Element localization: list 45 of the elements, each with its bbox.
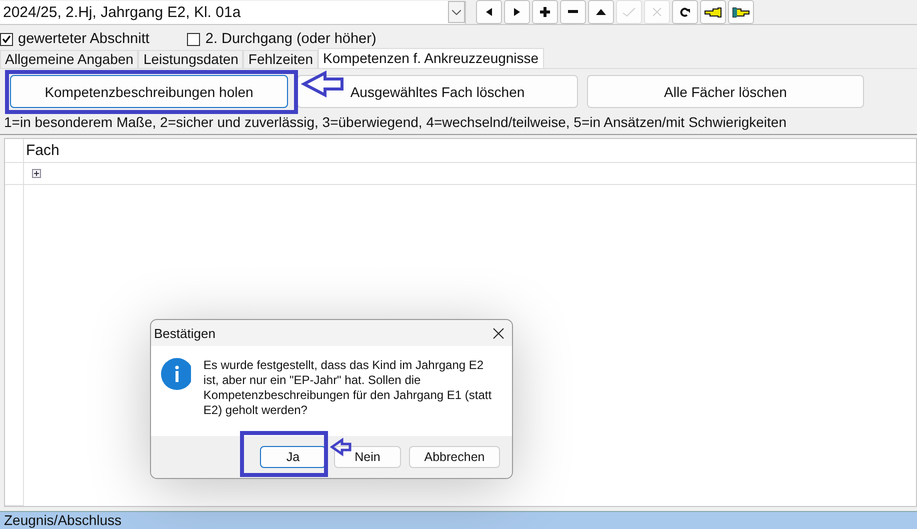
row-indicator [5,139,24,163]
right-triangle-icon [513,8,521,16]
annotation-arrow [300,70,344,98]
minus-icon [568,10,578,14]
refresh-icon [680,7,690,17]
cross-icon [652,7,662,17]
annotation-arrow [330,438,352,456]
tab[interactable]: Fehlzeiten [243,50,318,68]
toolbar-button[interactable] [728,0,754,24]
chevron-down-icon [452,10,461,14]
expand-icon[interactable] [32,169,41,178]
toolbar-button[interactable] [476,0,502,24]
info-icon [161,358,192,390]
selector-field[interactable]: 2024/25, 2.Hj, Jahrgang E2, Kl. 01a [0,0,466,24]
up-triangle-icon [596,9,606,15]
close-icon[interactable] [493,328,504,338]
column-header: Fach [24,139,916,163]
action-button[interactable]: Kompetenzbeschreibungen holen [10,75,288,108]
tab[interactable]: Kompetenzen f. Ankreuzzeugnisse [318,48,544,68]
tab[interactable]: Leistungsdaten [138,50,244,68]
toolbar-button[interactable] [588,0,614,24]
toolbar-button[interactable] [672,0,698,24]
checkbox[interactable] [187,32,200,46]
dialog-title: Bestätigen [154,326,216,340]
pointing-hand-icon [732,6,750,18]
plus-icon [540,7,550,17]
action-button[interactable]: Alle Fächer löschen [587,75,864,108]
toolbar-button[interactable] [532,0,558,24]
dialog-button[interactable]: Ja [260,446,326,468]
toolbar-button[interactable] [700,0,726,24]
checkbox-label: gewerteter Abschnitt [18,31,150,47]
checkbox[interactable] [0,32,13,46]
tab[interactable]: Allgemeine Angaben [0,50,138,68]
pointing-hand-icon [704,6,722,18]
left-triangle-icon [485,8,493,16]
check-icon [622,7,636,17]
status-text: Zeugnis/Abschluss [3,513,122,528]
action-button[interactable]: Ausgewähltes Fach löschen [297,75,578,108]
toolbar-button[interactable] [560,0,586,24]
checkbox-label: 2. Durchgang (oder höher) [205,31,376,47]
dialog-button[interactable]: Abbrechen [409,446,500,468]
toolbar-button[interactable] [504,0,530,24]
legend-text: 1=in besonderem Maße, 2=sicher und zuverlässig, 3=überwiegend, 4=wechselnd/teilweise, 5=in Ansätzen/mit Schwierigkeiten [0,109,917,135]
dialog-button[interactable]: Nein [334,446,401,468]
dialog-message: Es wurde festgestellt, dass das Kind im Jahrgang E2 ist, aber nur ein "EP-Jahr" hat. Sollen die Kompetenzbeschreibungen für den Jahrgang E1 (statt E2) geholt werden? [203,358,493,419]
